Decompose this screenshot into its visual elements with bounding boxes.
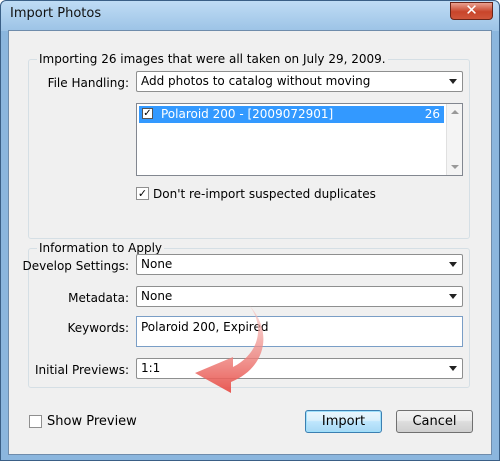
annotation-arrow-icon [195, 305, 264, 393]
import-photos-dialog: Import Photos ✕ Importing 26 images that… [0, 0, 500, 461]
